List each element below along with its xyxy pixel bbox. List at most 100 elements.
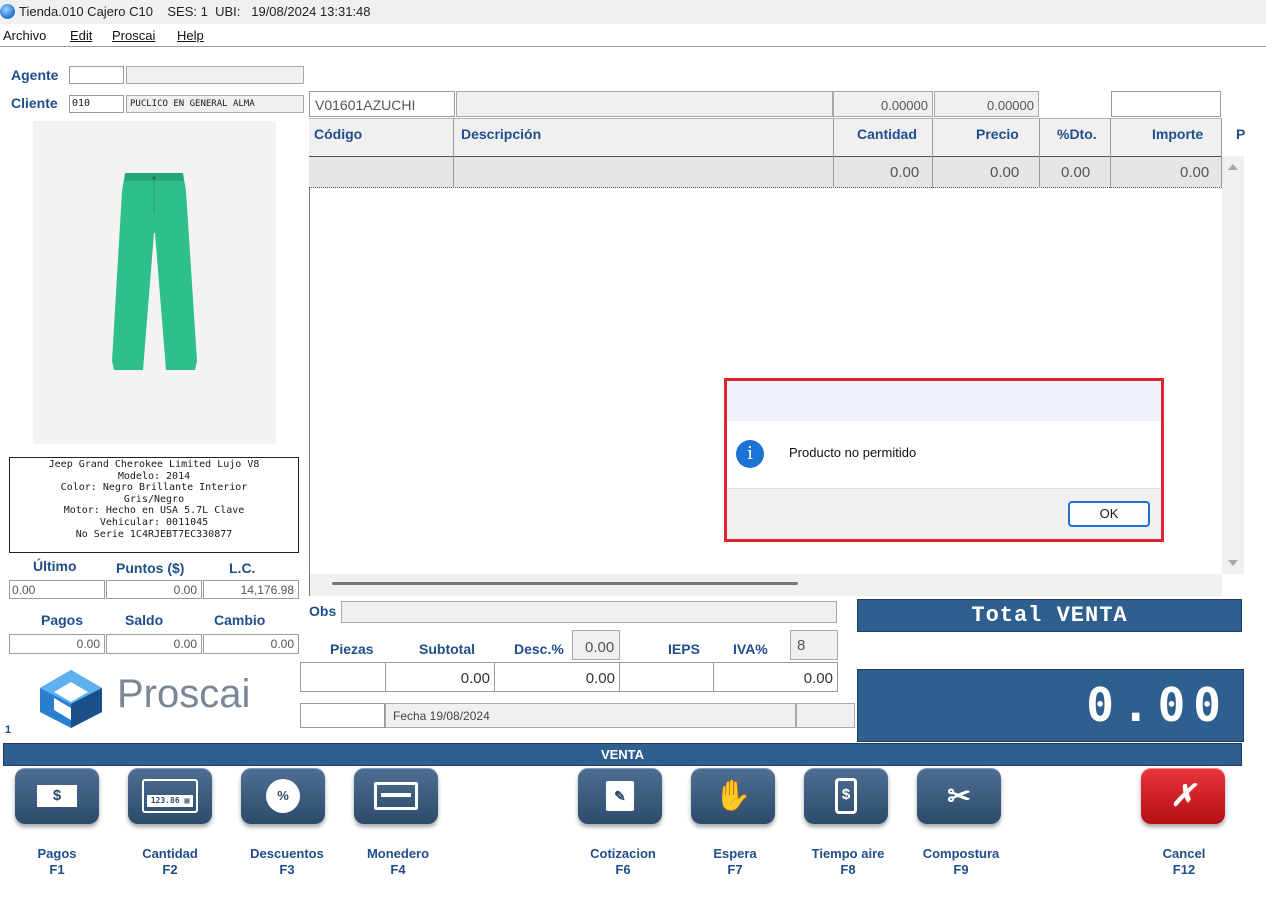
total-venta-value: 0.00 <box>857 669 1244 742</box>
obs-label: Obs <box>309 603 337 619</box>
obs-field[interactable] <box>341 601 837 623</box>
puntos-field: 0.00 <box>106 580 202 599</box>
rate-field-2: 0.00000 <box>934 91 1039 117</box>
scroll-down-icon[interactable] <box>1228 560 1238 566</box>
subtotal-field: 0.00 <box>385 662 495 692</box>
cotizacion-button[interactable]: ✎ <box>578 768 662 824</box>
window-title: Tienda.010 Cajero C10 SES: 1 UBI: 19/08/… <box>19 4 371 19</box>
menu-archivo[interactable]: Archivo <box>3 28 46 43</box>
menu-bar: Archivo Edit Proscai Help <box>0 25 1266 47</box>
message-dialog: i Producto no permitido OK <box>724 378 1164 542</box>
quote-edit-icon: ✎ <box>606 781 634 811</box>
menu-help[interactable]: Help <box>177 28 204 43</box>
puntos-label: Puntos ($) <box>116 560 185 576</box>
cantidad-button-label[interactable]: Cantidad F2 <box>120 846 220 878</box>
scroll-up-icon[interactable] <box>1228 164 1238 170</box>
col-extra[interactable]: P <box>1236 126 1245 142</box>
ok-button[interactable]: OK <box>1068 501 1150 527</box>
col-divider <box>1110 118 1111 188</box>
piezas-field <box>300 662 386 692</box>
monedero-button[interactable] <box>354 768 438 824</box>
desc-label: Desc.% <box>514 641 564 657</box>
descuentos-button[interactable]: % <box>241 768 325 824</box>
iva-label: IVA% <box>733 641 768 657</box>
counter-label: 1 <box>5 724 12 736</box>
cancel-button[interactable]: ✗ <box>1141 768 1225 824</box>
wallet-card-icon <box>374 782 418 810</box>
pagos-button-label[interactable]: Pagos F1 <box>7 846 107 878</box>
col-cantidad[interactable]: Cantidad <box>857 126 917 142</box>
cantidad-button[interactable]: 123.86 ▦ <box>128 768 212 824</box>
iva-percent-field[interactable]: 8 <box>790 630 838 660</box>
piezas-label: Piezas <box>330 641 374 657</box>
horizontal-scrollbar[interactable] <box>310 574 1222 596</box>
tiempo-aire-button[interactable]: $ <box>804 768 888 824</box>
menu-edit[interactable]: Edit <box>70 28 92 43</box>
cancel-button-label[interactable]: Cancel F12 <box>1134 846 1234 878</box>
col-dto[interactable]: %Dto. <box>1057 126 1097 142</box>
col-divider <box>1039 118 1040 188</box>
agente-code-field[interactable] <box>69 66 124 84</box>
pagos-button[interactable]: $ <box>15 768 99 824</box>
compostura-button[interactable]: ✂ <box>917 768 1001 824</box>
info-icon: i <box>736 440 764 468</box>
rate-field-1: 0.00000 <box>833 91 933 117</box>
product-pants-illustration <box>112 173 197 370</box>
top-right-field[interactable] <box>1111 91 1221 117</box>
col-codigo[interactable]: Código <box>314 126 362 142</box>
pagos-label: Pagos <box>41 612 84 628</box>
col-divider <box>453 118 454 188</box>
cotizacion-button-label[interactable]: Cotizacion F6 <box>573 846 673 878</box>
agente-name-field[interactable] <box>126 66 304 84</box>
proscai-logo-text: Proscai <box>117 672 251 716</box>
col-divider <box>932 118 933 188</box>
col-precio[interactable]: Precio <box>976 126 1019 142</box>
row-cantidad: 0.00 <box>890 164 920 181</box>
cliente-label: Cliente <box>11 95 58 111</box>
desc-percent-field[interactable]: 0.00 <box>572 630 620 660</box>
pagos-field: 0.00 <box>9 634 105 654</box>
espera-button[interactable]: ✋ <box>691 768 775 824</box>
fecha-right-field <box>796 703 855 728</box>
col-divider <box>833 118 834 188</box>
hand-icon: ✋ <box>714 779 752 813</box>
grid-left-border <box>309 188 310 596</box>
lc-field: 14,176.98 <box>203 580 299 599</box>
subtotal-label: Subtotal <box>419 641 475 657</box>
iva-amount-field: 0.00 <box>713 662 838 692</box>
compostura-button-label[interactable]: Compostura F9 <box>911 846 1011 878</box>
cliente-code-field[interactable]: 010 <box>69 95 124 113</box>
vendor-name-field <box>456 91 833 117</box>
total-venta-label: Total VENTA <box>857 599 1242 632</box>
dialog-message: Producto no permitido <box>789 445 917 460</box>
ieps-label: IEPS <box>668 641 700 657</box>
tiempo-aire-button-label[interactable]: Tiempo aire F8 <box>798 846 898 878</box>
proscai-logo-icon <box>36 668 106 730</box>
dollar-card-icon: $ <box>37 785 77 807</box>
desc-amount-field: 0.00 <box>494 662 620 692</box>
cliente-name-field[interactable]: PUCLICO EN GENERAL ALMA <box>126 95 304 113</box>
col-descripcion[interactable]: Descripción <box>461 126 541 142</box>
fecha-left-field <box>300 703 385 728</box>
menu-proscai[interactable]: Proscai <box>112 28 155 43</box>
vendor-field[interactable]: V01601AZUCHI <box>309 91 455 117</box>
row-importe: 0.00 <box>1180 164 1210 181</box>
saldo-label: Saldo <box>125 612 164 628</box>
dialog-titlebar <box>727 381 1161 421</box>
mode-status-bar: VENTA <box>3 743 1242 766</box>
title-bar: Tienda.010 Cajero C10 SES: 1 UBI: 19/08/… <box>0 0 1266 24</box>
row-dto: 0.00 <box>1061 164 1091 181</box>
col-importe[interactable]: Importe <box>1152 126 1203 142</box>
app-globe-icon <box>0 4 15 19</box>
monedero-button-label[interactable]: Monedero F4 <box>348 846 448 878</box>
scroll-thumb[interactable] <box>332 582 798 585</box>
espera-button-label[interactable]: Espera F7 <box>685 846 785 878</box>
vertical-scrollbar[interactable] <box>1222 156 1244 574</box>
percent-badge-icon: % <box>266 779 300 813</box>
cambio-label: Cambio <box>214 612 266 628</box>
ultimo-field: 0.00 <box>9 580 105 599</box>
agente-label: Agente <box>11 67 59 83</box>
phone-dollar-icon: $ <box>835 778 857 814</box>
fecha-field: Fecha 19/08/2024 <box>385 703 796 728</box>
descuentos-button-label[interactable]: Descuentos F3 <box>237 846 337 878</box>
